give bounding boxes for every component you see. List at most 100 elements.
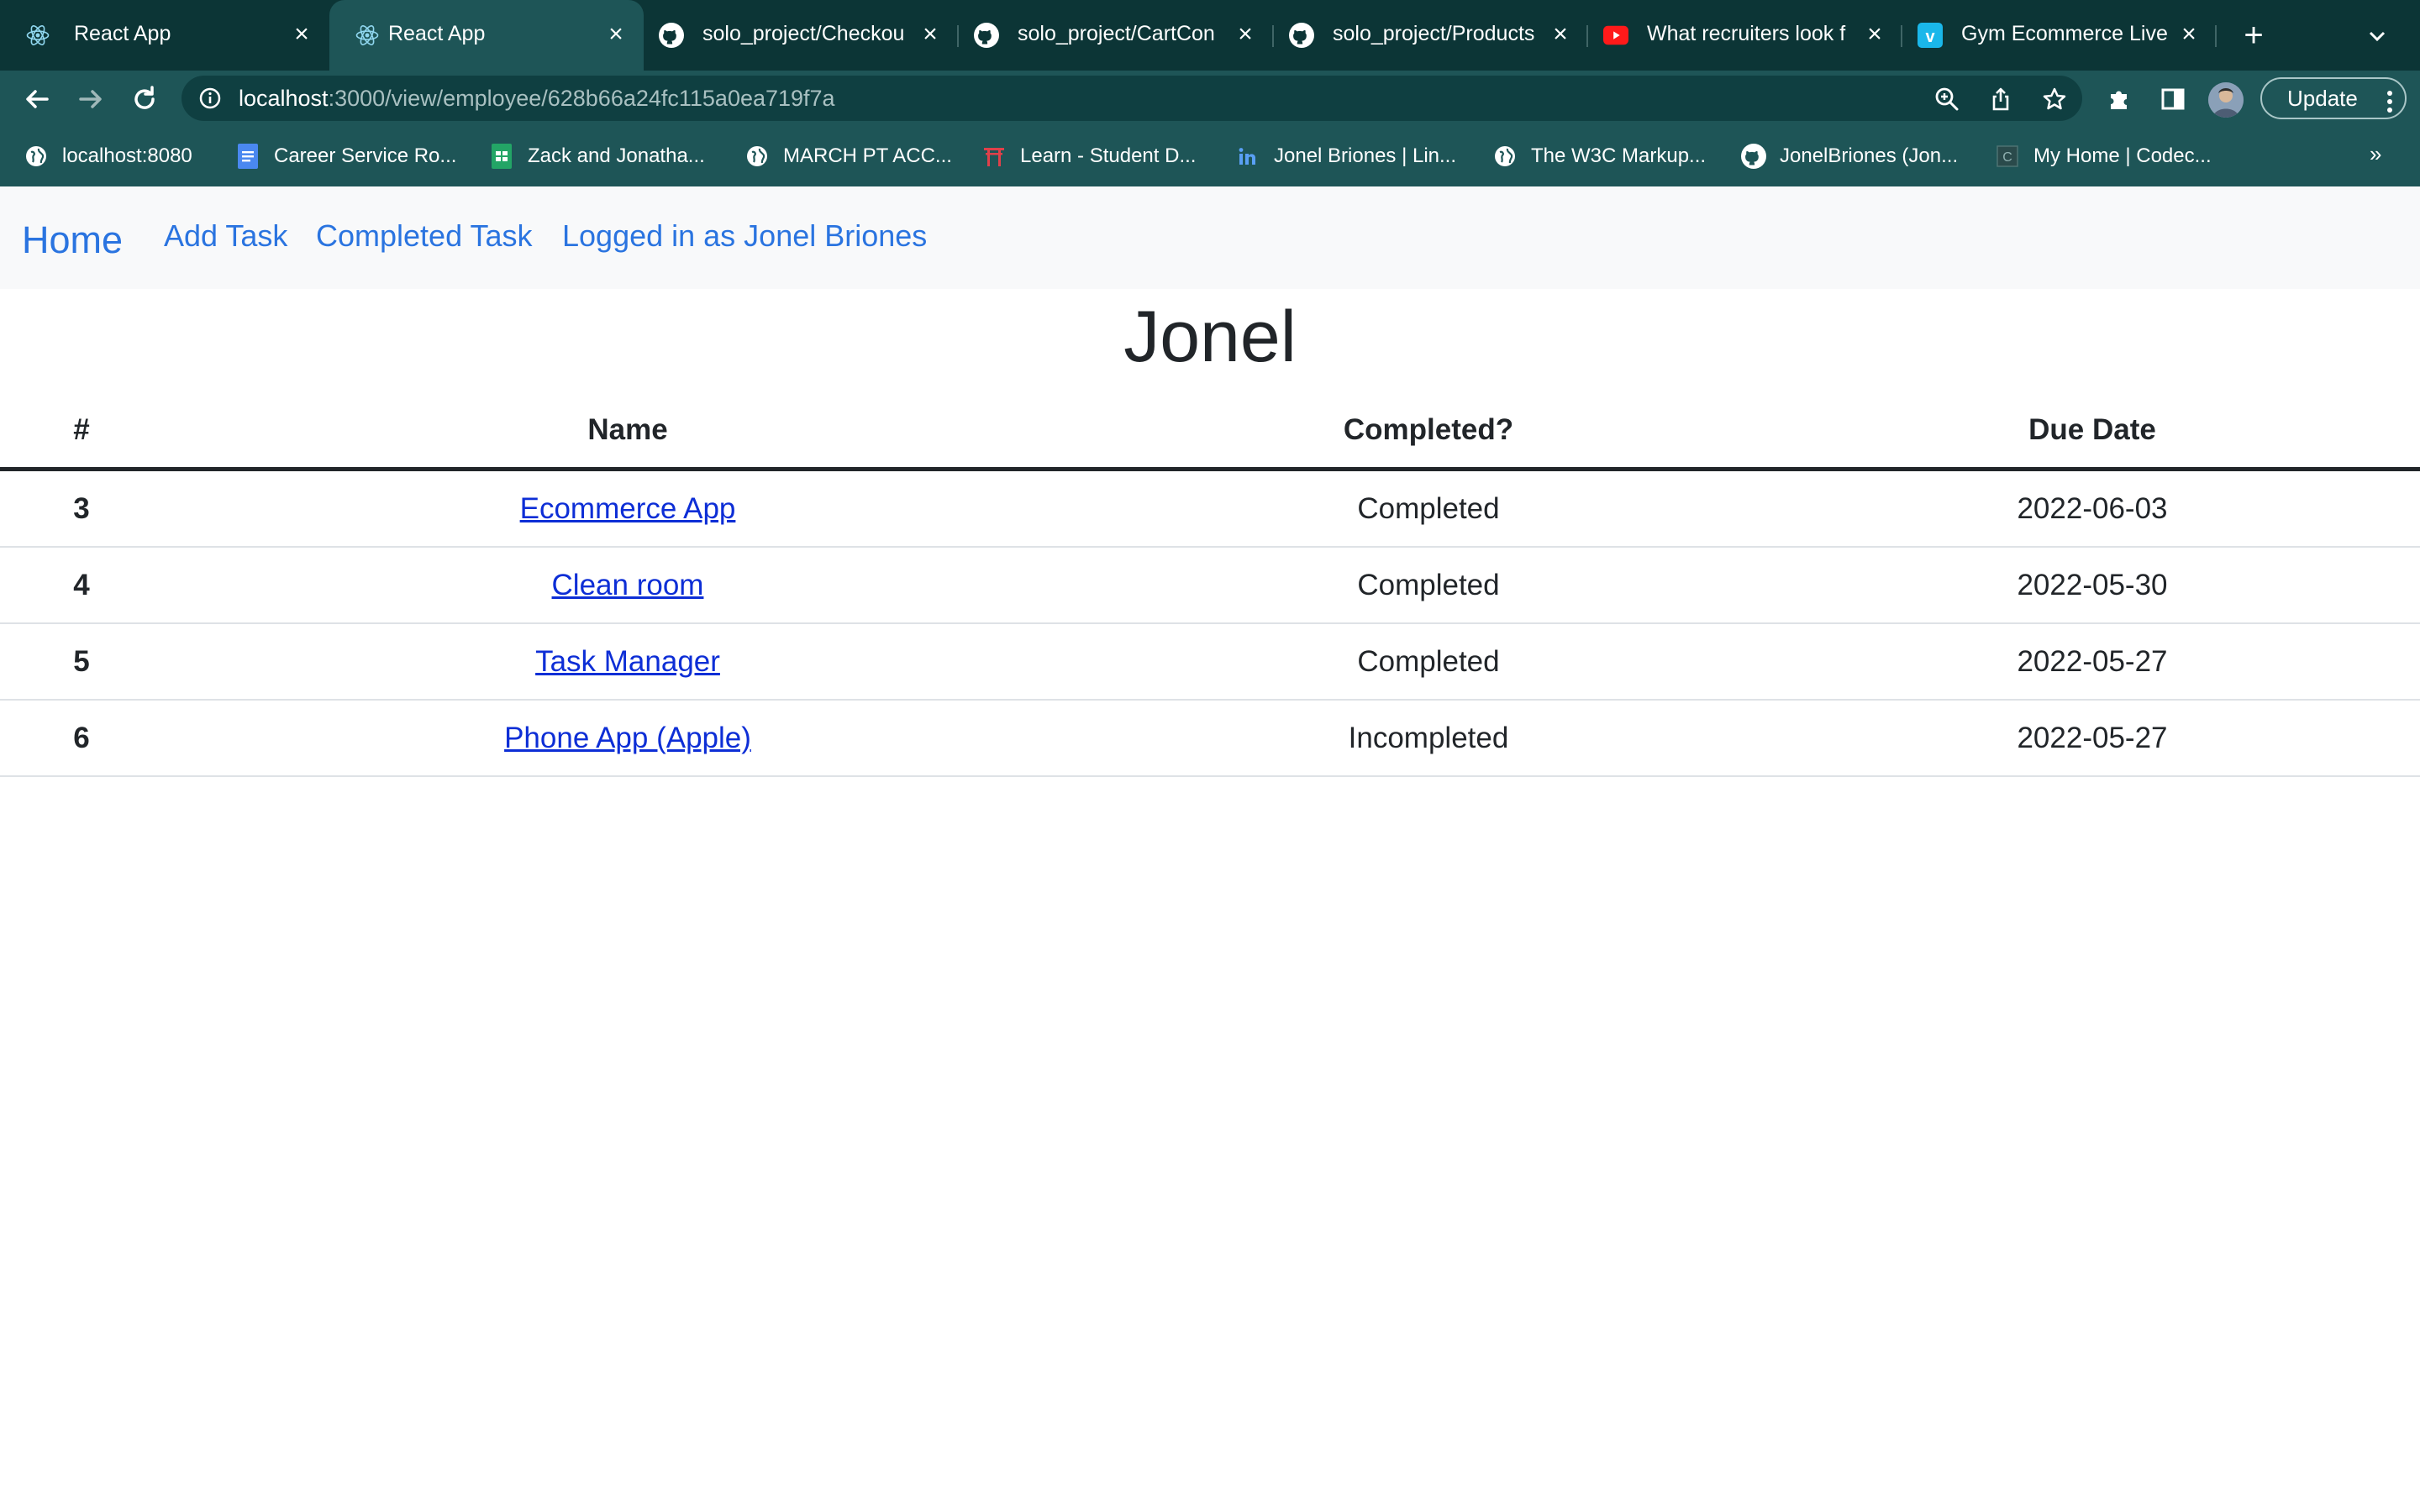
url-path: :3000/view/employee/628b66a24fc115a0ea71…	[328, 86, 835, 111]
bookmark-item[interactable]: Jonel Briones | Lin...	[1235, 141, 1456, 171]
nav-add-task-link[interactable]: Add Task	[164, 218, 287, 254]
table-row: 4 Clean room Completed 2022-05-30	[0, 547, 2420, 624]
extensions-puzzle-icon[interactable]	[2106, 86, 2133, 113]
task-number: 4	[0, 547, 163, 624]
globe-icon	[1492, 144, 1518, 169]
side-panel-icon[interactable]	[2160, 86, 2186, 113]
tab-close-icon[interactable]: ×	[603, 20, 629, 49]
tab-close-icon[interactable]: ×	[289, 20, 314, 49]
column-header-name: Name	[163, 393, 1092, 471]
tab-title: solo_project/Checkou	[702, 22, 905, 45]
bookmark-item[interactable]: Career Service Ro...	[235, 141, 456, 171]
task-name-cell: Phone App (Apple)	[163, 700, 1092, 777]
bookmark-item[interactable]: MARCH PT ACC...	[744, 141, 952, 171]
task-name-link[interactable]: Clean room	[552, 569, 704, 601]
bookmark-item[interactable]: localhost:8080	[24, 141, 192, 171]
update-button[interactable]: Update	[2260, 77, 2407, 119]
browser-tab[interactable]: solo_project/CartCon ×	[959, 0, 1273, 71]
tab-close-icon[interactable]: ×	[1862, 20, 1887, 49]
browser-tab[interactable]: solo_project/Checkou ×	[644, 0, 958, 71]
forward-arrow-icon[interactable]	[74, 82, 108, 116]
bookmark-label: Career Service Ro...	[274, 144, 457, 167]
tab-title: What recruiters look f	[1647, 22, 1846, 45]
bookmark-item[interactable]: Zack and Jonatha...	[489, 141, 705, 171]
nav-home-link[interactable]: Home	[22, 218, 123, 262]
bookmark-item[interactable]: C My Home | Codec...	[1995, 141, 2212, 171]
tab-close-icon[interactable]: ×	[2176, 20, 2202, 49]
tab-title: React App	[388, 22, 486, 45]
bookmarks-overflow-button[interactable]: »	[2370, 141, 2381, 167]
new-tab-plus-icon[interactable]: +	[2237, 18, 2270, 52]
codecademy-icon: C	[1995, 144, 2020, 169]
bookmark-label: My Home | Codec...	[2033, 144, 2212, 167]
globe-icon	[744, 144, 770, 169]
browser-toolbar: localhost:3000/view/employee/628b66a24fc…	[0, 71, 2420, 126]
github-icon	[659, 23, 684, 48]
bookmark-label: Jonel Briones | Lin...	[1274, 144, 1457, 167]
bookmark-label: MARCH PT ACC...	[783, 144, 952, 167]
bookmark-label: localhost:8080	[62, 144, 192, 167]
svg-text:C: C	[2002, 150, 2012, 165]
task-name-link[interactable]: Task Manager	[535, 645, 720, 678]
task-name-link[interactable]: Phone App (Apple)	[504, 722, 751, 754]
nav-logged-in-link[interactable]: Logged in as Jonel Briones	[562, 218, 927, 254]
table-header-row: # Name Completed? Due Date	[0, 393, 2420, 471]
tab-separator	[2215, 25, 2217, 47]
github-icon	[1741, 144, 1766, 169]
table-row: 6 Phone App (Apple) Incompleted 2022-05-…	[0, 700, 2420, 777]
sheets-icon	[489, 144, 514, 169]
vimeo-icon: v	[1918, 23, 1943, 48]
tab-close-icon[interactable]: ×	[1548, 20, 1573, 49]
column-header-completed: Completed?	[1092, 393, 1765, 471]
update-label: Update	[2287, 86, 2358, 111]
address-bar[interactable]: localhost:3000/view/employee/628b66a24fc…	[182, 76, 2082, 121]
bookmark-item[interactable]: Learn - Student D...	[981, 141, 1196, 171]
profile-avatar[interactable]	[2208, 82, 2244, 118]
bookmark-label: Zack and Jonatha...	[528, 144, 705, 167]
task-due-date: 2022-05-30	[1765, 547, 2420, 624]
back-arrow-icon[interactable]	[20, 82, 54, 116]
tab-title: solo_project/Products	[1333, 22, 1535, 45]
more-vert-icon[interactable]	[2386, 87, 2393, 113]
react-icon	[25, 23, 50, 48]
bookmark-label: JonelBriones (Jon...	[1780, 144, 1959, 167]
task-number: 3	[0, 469, 163, 548]
task-due-date: 2022-05-27	[1765, 623, 2420, 701]
svg-text:v: v	[1925, 28, 1935, 46]
reload-icon[interactable]	[128, 82, 161, 116]
nav-completed-task-link[interactable]: Completed Task	[316, 218, 532, 254]
zoom-icon[interactable]	[1934, 87, 1960, 112]
browser-tab[interactable]: React App ×	[0, 0, 328, 71]
tab-search-chevron-down-icon[interactable]	[2366, 25, 2388, 47]
app-navbar: Home Add Task Completed Task Logged in a…	[0, 186, 2420, 289]
browser-tab[interactable]: v Gym Ecommerce Live ×	[1902, 0, 2217, 71]
bookmark-item[interactable]: JonelBriones (Jon...	[1741, 141, 1958, 171]
url-text: localhost:3000/view/employee/628b66a24fc…	[239, 86, 835, 112]
task-name-cell: Task Manager	[163, 623, 1092, 701]
tab-close-icon[interactable]: ×	[1233, 20, 1258, 49]
browser-tab-strip: React App × React App × solo_project/Che…	[0, 0, 2420, 71]
browser-tab[interactable]: solo_project/Products ×	[1274, 0, 1588, 71]
task-due-date: 2022-06-03	[1765, 469, 2420, 548]
tab-title: Gym Ecommerce Live	[1961, 22, 2168, 45]
task-status: Completed	[1092, 547, 1765, 624]
task-name-link[interactable]: Ecommerce App	[520, 492, 736, 525]
react-icon	[355, 23, 380, 48]
browser-tab-active[interactable]: React App ×	[329, 0, 644, 71]
site-info-icon[interactable]	[198, 87, 222, 110]
task-status: Completed	[1092, 623, 1765, 701]
bookmark-item[interactable]: The W3C Markup...	[1492, 141, 1706, 171]
tab-close-icon[interactable]: ×	[918, 20, 943, 49]
browser-tab[interactable]: What recruiters look f ×	[1588, 0, 1902, 71]
column-header-number: #	[0, 393, 163, 471]
share-icon[interactable]	[1988, 87, 2013, 112]
linkedin-icon	[1235, 144, 1260, 169]
table-row: 3 Ecommerce App Completed 2022-06-03	[0, 469, 2420, 548]
task-number: 5	[0, 623, 163, 701]
bookmark-star-icon[interactable]	[2042, 87, 2067, 112]
github-icon	[974, 23, 999, 48]
torii-icon	[981, 144, 1007, 169]
page-title: Jonel	[1123, 297, 1297, 377]
task-number: 6	[0, 700, 163, 777]
github-icon	[1289, 23, 1314, 48]
